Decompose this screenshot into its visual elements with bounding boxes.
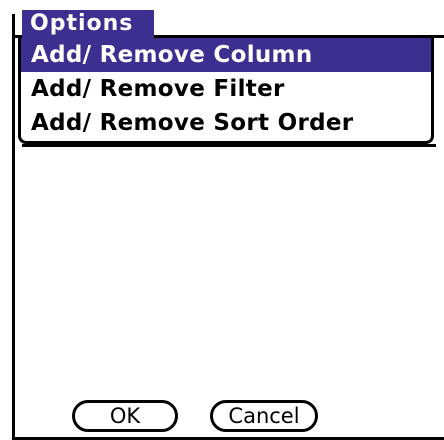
dropdown-shadow <box>22 144 436 147</box>
cancel-button[interactable]: Cancel <box>210 400 318 432</box>
menu-item-add-remove-filter[interactable]: Add/ Remove Filter <box>21 72 431 106</box>
ok-button[interactable]: OK <box>72 400 178 432</box>
options-dropdown-menu: Add/ Remove Column Add/ Remove Filter Ad… <box>18 38 434 144</box>
form-left-border <box>12 14 15 437</box>
options-screen: Options Add/ Remove Column Add/ Remove F… <box>0 0 444 440</box>
menu-item-add-remove-sort-order[interactable]: Add/ Remove Sort Order <box>21 106 431 140</box>
menu-title-options[interactable]: Options <box>22 10 154 38</box>
menu-bar: Options <box>12 10 444 38</box>
menu-item-add-remove-column[interactable]: Add/ Remove Column <box>21 38 431 72</box>
